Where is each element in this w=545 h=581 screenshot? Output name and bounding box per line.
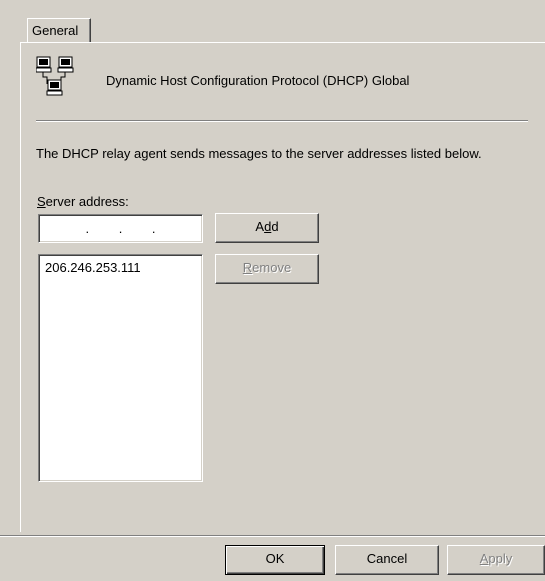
header-separator xyxy=(36,120,528,122)
add-button-before: A xyxy=(255,219,265,234)
apply-button-rest: pply xyxy=(488,551,513,566)
server-address-label-key: S xyxy=(37,194,46,209)
dhcp-global-title: Dynamic Host Configuration Protocol (DHC… xyxy=(106,73,410,88)
dialog-separator xyxy=(0,535,545,537)
remove-button-rest: emove xyxy=(252,260,292,275)
server-address-label: Server address: xyxy=(37,194,129,209)
add-button[interactable]: Add xyxy=(215,213,319,243)
remove-button[interactable]: Remove xyxy=(215,254,319,284)
remove-button-key: R xyxy=(242,260,253,275)
add-button-after: d xyxy=(271,219,279,234)
network-computers-icon xyxy=(35,56,86,106)
cancel-button[interactable]: Cancel xyxy=(335,545,439,575)
tab-general[interactable]: General xyxy=(27,18,91,42)
list-item[interactable]: 206.246.253.111 xyxy=(39,255,202,275)
ip-input-dots: . . . xyxy=(85,221,156,236)
server-address-ip-input[interactable]: . . . xyxy=(38,214,203,243)
relay-description: The DHCP relay agent sends messages to t… xyxy=(36,146,482,161)
apply-button[interactable]: Apply xyxy=(447,545,545,575)
tab-general-label: General xyxy=(32,23,79,38)
ok-button[interactable]: OK xyxy=(225,545,325,575)
server-address-list[interactable]: 206.246.253.111 xyxy=(38,254,203,482)
server-address-label-rest: erver address: xyxy=(45,194,129,209)
